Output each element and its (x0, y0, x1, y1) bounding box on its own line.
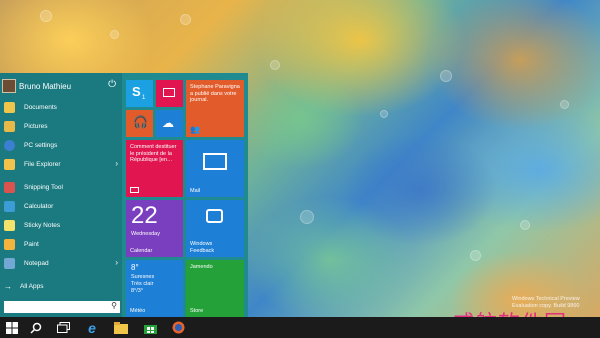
search-icon[interactable] (28, 320, 44, 335)
mail-tile-label: Mail (190, 188, 201, 194)
firefox-icon[interactable] (170, 320, 186, 335)
store-featured-app: Jamendo (190, 264, 213, 270)
user-name: Bruno Mathieu (19, 81, 72, 91)
calendar-day: 22 (131, 202, 158, 229)
power-icon[interactable]: ⏻ (108, 79, 116, 90)
watermark-line-1: Windows Technical Preview (512, 296, 580, 302)
menu-item-label: Notepad (24, 260, 49, 267)
menu-item-label: Calculator (24, 203, 54, 210)
paint-icon (4, 239, 15, 250)
news-tile-text: Comment destituer le président de la Rép… (130, 144, 177, 164)
menu-item-calculator[interactable]: Calculator (0, 197, 122, 216)
tile-onedrive[interactable]: ☁ (156, 110, 183, 137)
menu-item-file-explorer[interactable]: File Explorer › (0, 155, 122, 174)
tile-news[interactable]: Comment destituer le président de la Rép… (126, 140, 183, 197)
notepad-icon (4, 258, 15, 269)
store-icon[interactable] (142, 320, 158, 335)
gear-icon (4, 140, 15, 151)
tile-skype[interactable]: S 1 (126, 80, 153, 107)
headphones-icon: 🎧 (133, 115, 148, 129)
tile-store[interactable]: Jamendo Store (186, 260, 244, 317)
menu-item-label: Sticky Notes (24, 222, 61, 229)
calculator-icon (4, 201, 15, 212)
menu-item-paint[interactable]: Paint (0, 235, 122, 254)
people-tile-text: Stephane Paravigna a publié dans votre j… (190, 84, 240, 104)
menu-item-label: PC settings (24, 142, 58, 149)
user-account[interactable]: Bruno Mathieu ⏻ (2, 78, 120, 94)
arrow-right-icon: → (4, 282, 12, 291)
menu-item-label: File Explorer (24, 161, 61, 168)
taskbar: e (0, 317, 600, 338)
calendar-weekday: Wednesday (131, 231, 160, 237)
task-view-icon[interactable] (55, 320, 71, 335)
search-icon[interactable]: ⚲ (111, 301, 117, 310)
search-input[interactable]: ⚲ (4, 301, 120, 313)
file-explorer-icon (4, 159, 15, 170)
tile-calendar[interactable]: 22 Wednesday Calendar (126, 200, 183, 257)
tile-windows-feedback[interactable]: Windows Feedback (186, 200, 244, 257)
tile-music[interactable]: 🎧 (126, 110, 153, 137)
video-icon (163, 88, 175, 97)
weather-range: 8°/3° (131, 288, 144, 294)
weather-tile-label: Météo (130, 308, 146, 314)
start-tiles-pane: S 1 Stephane Paravigna a publié dans vot… (122, 73, 248, 317)
start-menu-list: Documents Pictures PC settings File Expl… (0, 98, 122, 273)
menu-item-sticky-notes[interactable]: Sticky Notes (0, 216, 122, 235)
windows-start-icon[interactable] (4, 320, 20, 335)
chevron-right-icon[interactable]: › (115, 159, 118, 168)
menu-item-snipping-tool[interactable]: Snipping Tool (0, 178, 122, 197)
store-tile-label: Store (190, 308, 204, 314)
menu-item-label: Paint (24, 241, 39, 248)
all-apps-button[interactable]: → All Apps (4, 282, 44, 291)
avatar (2, 79, 16, 93)
weather-city: Suresnes (131, 274, 155, 280)
skype-icon: S (132, 84, 141, 99)
cloud-icon: ☁ (162, 116, 174, 130)
menu-item-label: Documents (24, 104, 57, 111)
feedback-icon (206, 209, 223, 223)
all-apps-label: All Apps (20, 283, 44, 290)
tile-mail[interactable]: Mail (186, 140, 244, 197)
calendar-tile-label: Calendar (130, 248, 153, 254)
pictures-icon (4, 121, 15, 132)
envelope-icon (203, 153, 227, 170)
chevron-right-icon[interactable]: › (115, 258, 118, 267)
menu-item-pictures[interactable]: Pictures (0, 117, 122, 136)
weather-temp: 8° (131, 263, 139, 272)
news-icon (130, 187, 139, 193)
start-left-pane: Bruno Mathieu ⏻ Documents Pictures PC se… (0, 73, 122, 317)
tile-weather[interactable]: 8° Suresnes Très clair 8°/3° Météo (126, 260, 183, 317)
people-icon: 👥 (190, 125, 200, 134)
skype-badge: 1 (142, 95, 146, 101)
menu-item-label: Snipping Tool (24, 184, 63, 191)
menu-item-notepad[interactable]: Notepad › (0, 254, 122, 273)
tile-video[interactable] (156, 80, 183, 107)
internet-explorer-icon[interactable]: e (84, 320, 100, 336)
menu-item-pc-settings[interactable]: PC settings (0, 136, 122, 155)
weather-condition: Très clair (131, 281, 154, 287)
folder-icon (4, 102, 15, 113)
sticky-notes-icon (4, 220, 15, 231)
tile-people[interactable]: Stephane Paravigna a publié dans votre j… (186, 80, 244, 137)
file-explorer-icon[interactable] (113, 320, 129, 335)
menu-item-label: Pictures (24, 123, 48, 130)
scissors-icon (4, 182, 15, 193)
start-menu: Bruno Mathieu ⏻ Documents Pictures PC se… (0, 73, 248, 317)
feedback-tile-label: Windows Feedback (190, 241, 215, 254)
menu-item-documents[interactable]: Documents (0, 98, 122, 117)
